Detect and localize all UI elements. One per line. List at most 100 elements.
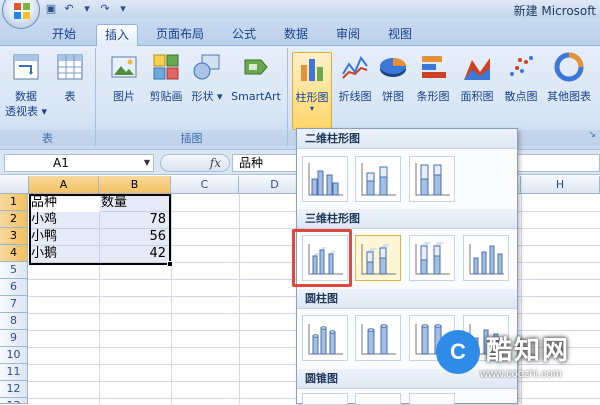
column-chart-button[interactable]: 柱形图 ▾ xyxy=(292,52,332,130)
shapes-button[interactable]: 形状 ▾ xyxy=(188,52,226,104)
select-all-corner[interactable] xyxy=(0,176,29,194)
smartart-label: SmartArt xyxy=(231,90,281,103)
row-header-7[interactable]: 7 xyxy=(0,296,28,313)
clustered-cylinder-option[interactable] xyxy=(302,315,348,361)
other-charts-label: 其他图表 xyxy=(547,90,591,103)
smartart-button[interactable]: SmartArt xyxy=(228,52,284,104)
clustered-column-2d-option[interactable] xyxy=(302,156,348,202)
bar-chart-label: 条形图 xyxy=(416,90,450,103)
area-chart-button[interactable]: 面积图 xyxy=(456,52,498,104)
clustered-column-2d-icon xyxy=(308,163,343,196)
pivot-table-label: 数据 透视表 ▾ xyxy=(4,90,48,118)
row-header-11[interactable]: 11 xyxy=(0,364,28,381)
cell-b4[interactable]: 42 xyxy=(101,245,169,262)
picture-button[interactable]: 图片 xyxy=(104,52,144,104)
pie-chart-label: 饼图 xyxy=(382,90,404,103)
row-header-1[interactable]: 1 xyxy=(0,194,28,211)
clustered-cylinder-icon xyxy=(308,324,343,355)
tab-insert[interactable]: 插入 xyxy=(96,24,139,46)
100-stacked-column-3d-option[interactable] xyxy=(409,235,455,281)
cell-b1[interactable]: 数量 xyxy=(101,194,169,211)
office-logo-icon xyxy=(14,3,30,19)
cell-b2[interactable]: 78 xyxy=(101,211,169,228)
name-box[interactable]: A1 ▼ xyxy=(4,154,154,172)
100-stacked-column-2d-icon xyxy=(415,163,450,196)
customize-qat-icon[interactable]: ▾ xyxy=(116,2,130,16)
tables-group: 数据 透视表 ▾ 表 表 xyxy=(0,48,96,146)
100-stacked-column-2d-option[interactable] xyxy=(409,156,455,202)
name-box-dropdown-icon[interactable]: ▼ xyxy=(144,155,150,171)
line-chart-button[interactable]: 折线图 xyxy=(334,52,376,104)
picture-icon xyxy=(111,56,137,78)
stacked-column-3d-option[interactable] xyxy=(355,235,401,281)
tab-home[interactable]: 开始 xyxy=(44,24,84,46)
column-header-c[interactable]: C xyxy=(171,176,239,194)
stacked-cone-option[interactable] xyxy=(355,393,401,405)
row-header-12[interactable]: 12 xyxy=(0,381,28,398)
100-stacked-column-3d-icon xyxy=(415,242,450,275)
clipart-button[interactable]: 剪贴画 xyxy=(144,52,188,104)
line-chart-label: 折线图 xyxy=(338,90,372,103)
area-chart-icon xyxy=(464,58,490,80)
cell-b3[interactable]: 56 xyxy=(101,228,169,245)
title-bar: ▣ ↶ ▾ ↷ ▾ 新建 Microsoft xyxy=(0,0,600,29)
section-3d-column: 三维柱形图 xyxy=(297,209,517,229)
tab-view[interactable]: 视图 xyxy=(380,24,420,46)
pie-chart-icon xyxy=(380,58,406,77)
highlight-box xyxy=(292,229,352,287)
column-header-a[interactable]: A xyxy=(29,176,99,194)
watermark: C 酷知网 www.coozhi.com xyxy=(436,326,600,396)
other-charts-button[interactable]: 其他图表 xyxy=(544,52,594,104)
row-header-4[interactable]: 4 xyxy=(0,245,28,262)
undo-dropdown-icon[interactable]: ▾ xyxy=(80,2,94,16)
smartart-icon xyxy=(244,59,268,75)
quick-access-toolbar: ▣ ↶ ▾ ↷ ▾ xyxy=(44,2,130,16)
stacked-cylinder-icon xyxy=(361,324,396,355)
cell-a2[interactable]: 小鸡 xyxy=(31,211,97,228)
row-header-2[interactable]: 2 xyxy=(0,211,28,228)
table-button[interactable]: 表 xyxy=(52,52,88,104)
tab-page-layout[interactable]: 页面布局 xyxy=(148,24,212,46)
pivot-table-button[interactable]: 数据 透视表 ▾ xyxy=(4,52,48,119)
stacked-cylinder-option[interactable] xyxy=(355,315,401,361)
pie-chart-button[interactable]: 饼图 xyxy=(378,52,408,104)
clipart-icon xyxy=(153,54,179,80)
watermark-url: www.coozhi.com xyxy=(480,368,562,380)
redo-icon[interactable]: ↷ xyxy=(98,2,112,16)
cell-a3[interactable]: 小鸭 xyxy=(31,228,97,245)
save-icon[interactable]: ▣ xyxy=(44,2,58,16)
scatter-chart-button[interactable]: 散点图 xyxy=(500,52,542,104)
watermark-logo: C xyxy=(436,330,480,374)
table-icon xyxy=(57,54,83,80)
bar-chart-button[interactable]: 条形图 xyxy=(412,52,454,104)
column-header-h[interactable]: H xyxy=(521,176,600,194)
row-header-8[interactable]: 8 xyxy=(0,313,28,330)
column-header-b[interactable]: B xyxy=(99,176,171,194)
column-chart-icon xyxy=(301,59,323,81)
insert-function-button[interactable]: fx xyxy=(160,154,230,172)
bar-chart-icon xyxy=(422,56,446,78)
tab-review[interactable]: 审阅 xyxy=(328,24,368,46)
row-header-9[interactable]: 9 xyxy=(0,330,28,347)
shapes-icon xyxy=(193,54,220,80)
row-header-6[interactable]: 6 xyxy=(0,279,28,296)
row-header-10[interactable]: 10 xyxy=(0,347,28,364)
stacked-column-2d-option[interactable] xyxy=(355,156,401,202)
cell-a4[interactable]: 小鹅 xyxy=(31,245,97,262)
row-header-13[interactable]: 13 xyxy=(0,398,28,404)
cell-a1[interactable]: 品种 xyxy=(31,194,97,211)
ribbon-tabs: 开始 插入 页面布局 公式 数据 审阅 视图 xyxy=(0,18,600,46)
row-header-5[interactable]: 5 xyxy=(0,262,28,279)
picture-label: 图片 xyxy=(113,90,135,103)
pivot-table-icon xyxy=(13,54,39,80)
tab-formulas[interactable]: 公式 xyxy=(224,24,264,46)
dialog-launcher-icon[interactable]: ↘ xyxy=(588,130,596,140)
clustered-cone-option[interactable] xyxy=(302,393,348,405)
column-chart-dropdown-icon: ▾ xyxy=(309,104,314,113)
tab-data[interactable]: 数据 xyxy=(276,24,316,46)
3d-column-option[interactable] xyxy=(463,235,509,281)
undo-icon[interactable]: ↶ xyxy=(62,2,76,16)
table-label: 表 xyxy=(64,90,76,103)
row-header-3[interactable]: 3 xyxy=(0,228,28,245)
area-chart-label: 面积图 xyxy=(460,90,494,103)
